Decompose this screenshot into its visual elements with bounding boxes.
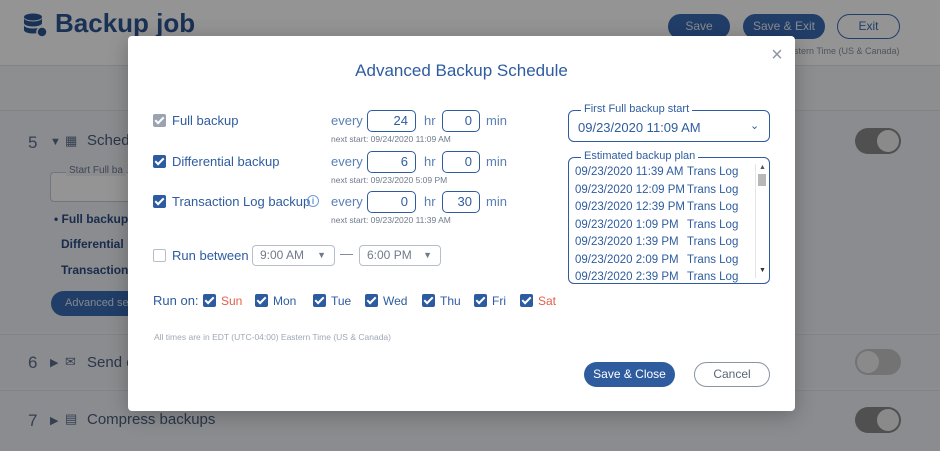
- full-next-start: next start: 09/24/2020 11:09 AM: [331, 134, 451, 144]
- transaction-next-start: next start: 09/23/2020 11:39 AM: [331, 215, 451, 225]
- every-label: every: [331, 154, 363, 169]
- first-full-label: First Full backup start: [581, 103, 693, 115]
- to-value: 6:00 PM: [367, 248, 412, 262]
- day-fri-label: Fri: [492, 294, 506, 308]
- plan-row: 09/23/2020 2:09 PM Trans Log: [575, 254, 739, 266]
- dialog-title: Advanced Backup Schedule: [355, 61, 568, 80]
- day-wed-label: Wed: [383, 294, 408, 308]
- day-fri-checkbox[interactable]: [474, 294, 487, 307]
- run-between-from-select[interactable]: 9:00 AM ▼: [252, 245, 335, 266]
- plan-row-clip: 09/23/2020 2:39 PM Trans Log: [569, 270, 755, 283]
- info-icon[interactable]: i: [307, 195, 319, 207]
- scroll-up-icon[interactable]: ▲: [759, 164, 766, 171]
- full-minutes-input[interactable]: 0: [442, 110, 480, 132]
- day-sat-checkbox[interactable]: [520, 294, 533, 307]
- day-sat-label: Sat: [538, 294, 557, 308]
- run-between-label: Run between: [172, 248, 249, 263]
- differential-backup-checkbox[interactable]: [153, 155, 166, 168]
- advanced-schedule-dialog: × Advanced Backup Schedule Full backup e…: [128, 36, 795, 411]
- scrollbar-thumb[interactable]: [758, 174, 766, 186]
- hr-label: hr: [424, 194, 436, 209]
- min-label: min: [486, 113, 507, 128]
- full-backup-checkbox[interactable]: [153, 114, 166, 127]
- save-close-button[interactable]: Save & Close: [584, 362, 675, 387]
- transaction-minutes-input[interactable]: 30: [442, 191, 480, 213]
- day-tue-label: Tue: [331, 294, 352, 308]
- cancel-button[interactable]: Cancel: [694, 362, 770, 387]
- min-label: min: [486, 194, 507, 209]
- run-on-label: Run on:: [153, 293, 199, 308]
- day-thu-label: Thu: [440, 294, 461, 308]
- plan-row: 09/23/2020 1:09 PM Trans Log: [575, 219, 739, 231]
- full-backup-label: Full backup: [172, 113, 239, 128]
- chevron-down-icon: ⌄: [750, 120, 760, 132]
- plan-row: 09/23/2020 11:39 AM Trans Log: [575, 166, 739, 178]
- day-tue-checkbox[interactable]: [313, 294, 326, 307]
- run-between-checkbox[interactable]: [153, 249, 166, 262]
- timezone-note: All times are in EDT (UTC-04:00) Eastern…: [154, 332, 391, 342]
- plan-scrollbar[interactable]: ▲ ▼: [755, 164, 767, 278]
- every-label: every: [331, 194, 363, 209]
- hr-label: hr: [424, 113, 436, 128]
- plan-row: 09/23/2020 1:39 PM Trans Log: [575, 236, 739, 248]
- first-full-value: 09/23/2020 11:09 AM: [578, 120, 701, 135]
- chevron-down-icon: ▼: [317, 250, 326, 260]
- transaction-hours-input[interactable]: 0: [367, 191, 416, 213]
- differential-hours-input[interactable]: 6: [367, 151, 416, 173]
- plan-row: 09/23/2020 12:09 PM Trans Log: [575, 184, 739, 196]
- full-hours-input[interactable]: 24: [367, 110, 416, 132]
- day-mon-checkbox[interactable]: [255, 294, 268, 307]
- estimated-plan-label: Estimated backup plan: [581, 150, 699, 162]
- day-mon-label: Mon: [273, 294, 297, 308]
- transaction-log-label: Transaction Log backup: [172, 194, 311, 209]
- day-sun-checkbox[interactable]: [203, 294, 216, 307]
- min-label: min: [486, 154, 507, 169]
- day-thu-checkbox[interactable]: [422, 294, 435, 307]
- scroll-down-icon[interactable]: ▼: [759, 267, 766, 274]
- differential-minutes-input[interactable]: 0: [442, 151, 480, 173]
- day-sun-label: Sun: [221, 294, 243, 308]
- time-separator: —: [340, 246, 353, 261]
- hr-label: hr: [424, 154, 436, 169]
- plan-row: 09/23/2020 12:39 PM Trans Log: [575, 201, 739, 213]
- chevron-down-icon: ▼: [423, 250, 432, 260]
- run-between-to-select[interactable]: 6:00 PM ▼: [359, 245, 441, 266]
- from-value: 9:00 AM: [260, 248, 305, 262]
- plan-row: 09/23/2020 2:39 PM Trans Log: [575, 271, 739, 283]
- differential-backup-label: Differential backup: [172, 154, 280, 169]
- day-wed-checkbox[interactable]: [365, 294, 378, 307]
- every-label: every: [331, 113, 363, 128]
- differential-next-start: next start: 09/23/2020 5:09 PM: [331, 175, 448, 185]
- transaction-log-checkbox[interactable]: [153, 195, 166, 208]
